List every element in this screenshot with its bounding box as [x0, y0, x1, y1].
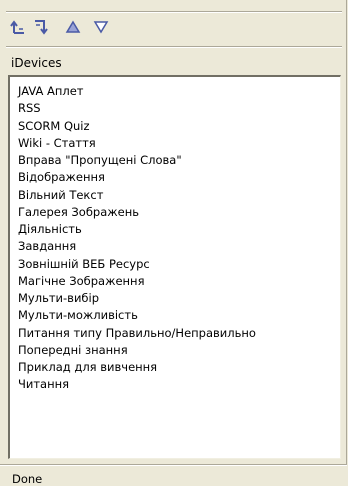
status-bar: Done: [0, 466, 347, 486]
list-item[interactable]: Галерея Зображень: [18, 204, 256, 221]
move-down-button[interactable]: [90, 16, 112, 38]
list-item[interactable]: Магічне Зображення: [18, 273, 256, 290]
idevices-list[interactable]: JAVA Аплет RSS SCORM Quiz Wiki - Стаття …: [8, 75, 341, 459]
list-item[interactable]: Мульти-вибір: [18, 290, 256, 307]
list-item[interactable]: Відображення: [18, 169, 256, 186]
idevices-list-items: JAVA Аплет RSS SCORM Quiz Wiki - Стаття …: [18, 83, 256, 394]
move-up-button[interactable]: [62, 16, 84, 38]
list-item[interactable]: Вправа "Пропущені Слова": [18, 152, 256, 169]
list-item[interactable]: Завдання: [18, 238, 256, 255]
move-down-level-icon: [35, 20, 48, 35]
toolbar-bottom-separator: [6, 46, 342, 48]
list-item[interactable]: SCORM Quiz: [18, 118, 256, 135]
arrow-down-icon: [93, 21, 109, 34]
toolbar: [4, 0, 344, 44]
promote-button[interactable]: [7, 16, 29, 38]
list-item[interactable]: Wiki - Стаття: [18, 135, 256, 152]
move-up-level-icon: [10, 20, 24, 34]
arrow-up-icon: [65, 20, 81, 33]
list-item[interactable]: JAVA Аплет: [18, 83, 256, 100]
list-item[interactable]: RSS: [18, 100, 256, 117]
list-item[interactable]: Приклад для вивчення: [18, 359, 256, 376]
panel-title: iDevices: [11, 56, 62, 70]
demote-button[interactable]: [30, 16, 52, 38]
list-item[interactable]: Питання типу Правильно/Неправильно: [18, 325, 256, 342]
list-item[interactable]: Діяльність: [18, 221, 256, 238]
list-item[interactable]: Попередні знання: [18, 342, 256, 359]
list-item[interactable]: Вільний Текст: [18, 187, 256, 204]
status-text: Done: [12, 472, 43, 486]
idevices-panel-window: iDevices JAVA Аплет RSS SCORM Quiz Wiki …: [0, 0, 347, 486]
list-item[interactable]: Мульти-можливість: [18, 307, 256, 324]
list-item[interactable]: Зовнішній ВЕБ Ресурс: [18, 256, 256, 273]
list-item[interactable]: Читання: [18, 376, 256, 393]
